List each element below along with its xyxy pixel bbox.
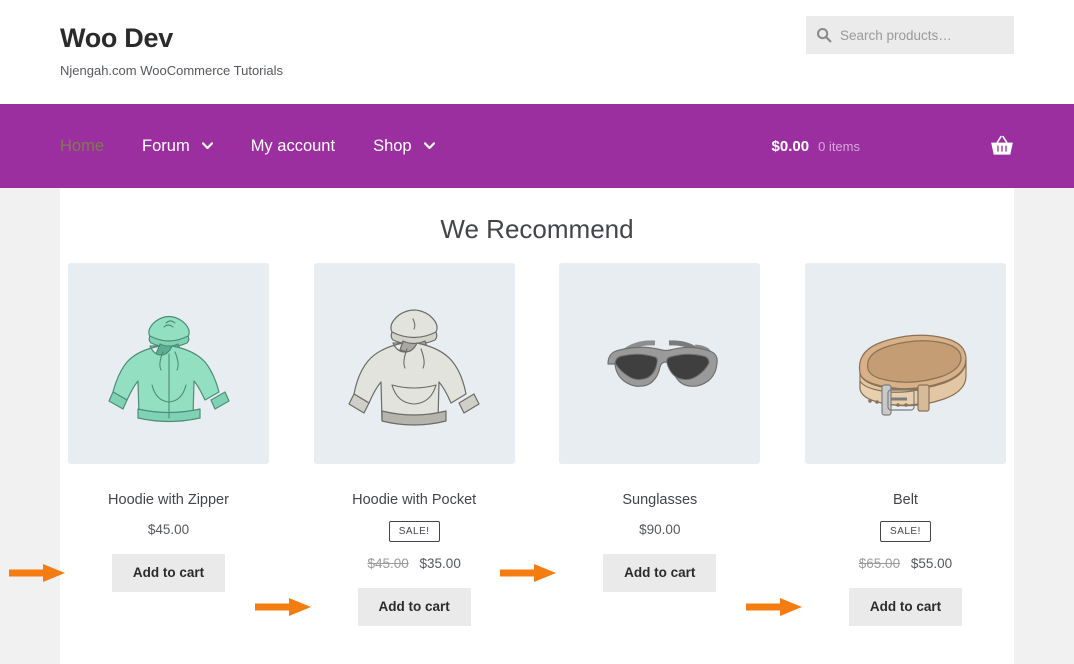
sale-badge: SALE! [880,521,931,542]
sunglasses-image [607,339,718,387]
search-box[interactable] [806,16,1014,54]
annotation-arrow-icon [745,598,802,617]
main-navigation: Home Forum My account Shop $0.00 0 items [0,104,1074,188]
nav-inner: Home Forum My account Shop $0.00 0 items [60,104,1014,188]
nav-item-shop[interactable]: Shop [373,137,435,156]
cart-total: $0.00 [771,137,810,155]
pullover-hoodie-image [348,308,480,426]
cart-area[interactable]: $0.00 0 items [772,135,1014,157]
product-price: $65.00 $55.00 [805,556,1006,571]
nav-item-my-account[interactable]: My account [251,137,335,156]
add-to-cart-button[interactable]: Add to cart [357,588,471,627]
nav-menu: Home Forum My account Shop [60,137,473,156]
product-price: $45.00 $35.00 [314,556,515,571]
price-sale: $55.00 [910,556,953,571]
add-to-cart-wrap: Add to cart [500,554,760,593]
product-card[interactable]: Belt SALE! $65.00 $55.00 Add to cart [745,263,1006,627]
product-price: $90.00 [559,522,760,537]
nav-item-forum[interactable]: Forum [142,137,213,156]
zip-hoodie-image [107,315,230,422]
belt-image [859,334,968,416]
product-card[interactable]: Sunglasses $90.00 Add to cart [500,263,761,626]
product-title: Belt [892,492,918,508]
page-title: We Recommend [440,214,634,244]
nav-item-label: Home [60,136,105,155]
nav-item-label: Shop [373,136,412,155]
product-image-belt[interactable] [804,263,1006,464]
add-to-cart-wrap: Add to cart [745,588,1006,627]
price-current: $90.00 [639,522,681,537]
nav-item-home[interactable]: Home [60,137,104,156]
header-inner: Woo Dev Njengah.com WooCommerce Tutorial… [60,0,1014,104]
price-sale: $35.00 [419,556,461,571]
site-header: Woo Dev Njengah.com WooCommerce Tutorial… [0,0,1074,104]
product-grid: Hoodie with Zipper $45.00 Add to cart Ho… [9,255,1014,627]
site-title: Woo Dev [60,23,173,53]
product-image-sunglasses[interactable] [559,263,761,464]
branding[interactable]: Woo Dev Njengah.com WooCommerce Tutorial… [60,23,284,78]
annotation-arrow-icon [9,564,65,583]
product-title: Sunglasses [622,492,698,508]
search-input[interactable] [840,27,1004,43]
annotation-arrow-icon [500,564,557,583]
shopping-basket-icon[interactable] [990,135,1014,157]
annotation-arrow-icon [254,598,311,617]
add-to-cart-button[interactable]: Add to cart [603,554,717,593]
product-image-zip-hoodie[interactable] [68,263,269,464]
product-card[interactable]: Hoodie with Zipper $45.00 Add to cart [9,263,269,626]
price-regular: $65.00 [858,556,901,571]
content-container: We Recommend Hoodie with Zipper $45.00 A… [9,188,1014,664]
price-regular: $45.00 [367,556,409,571]
sale-badge: SALE! [388,521,440,542]
add-to-cart-wrap: Add to cart [9,554,269,593]
cart-item-count: 0 items [818,138,860,154]
site-tagline: Njengah.com WooCommerce Tutorials [60,62,284,78]
add-to-cart-wrap: Add to cart [254,588,515,627]
nav-item-label: My account [250,136,336,155]
add-to-cart-button[interactable]: Add to cart [111,554,226,593]
product-image-pullover-hoodie[interactable] [313,263,515,464]
price-current: $45.00 [147,522,190,537]
product-title: Hoodie with Pocket [352,492,477,508]
search-icon [817,28,832,43]
product-price: $45.00 [68,522,269,537]
chevron-down-icon [423,142,435,150]
nav-item-label: Forum [142,136,190,155]
chevron-down-icon [201,142,213,150]
product-card[interactable]: Hoodie with Pocket SALE! $45.00 $35.00 A… [254,263,515,627]
add-to-cart-button[interactable]: Add to cart [848,588,963,627]
product-title: Hoodie with Zipper [108,492,229,508]
